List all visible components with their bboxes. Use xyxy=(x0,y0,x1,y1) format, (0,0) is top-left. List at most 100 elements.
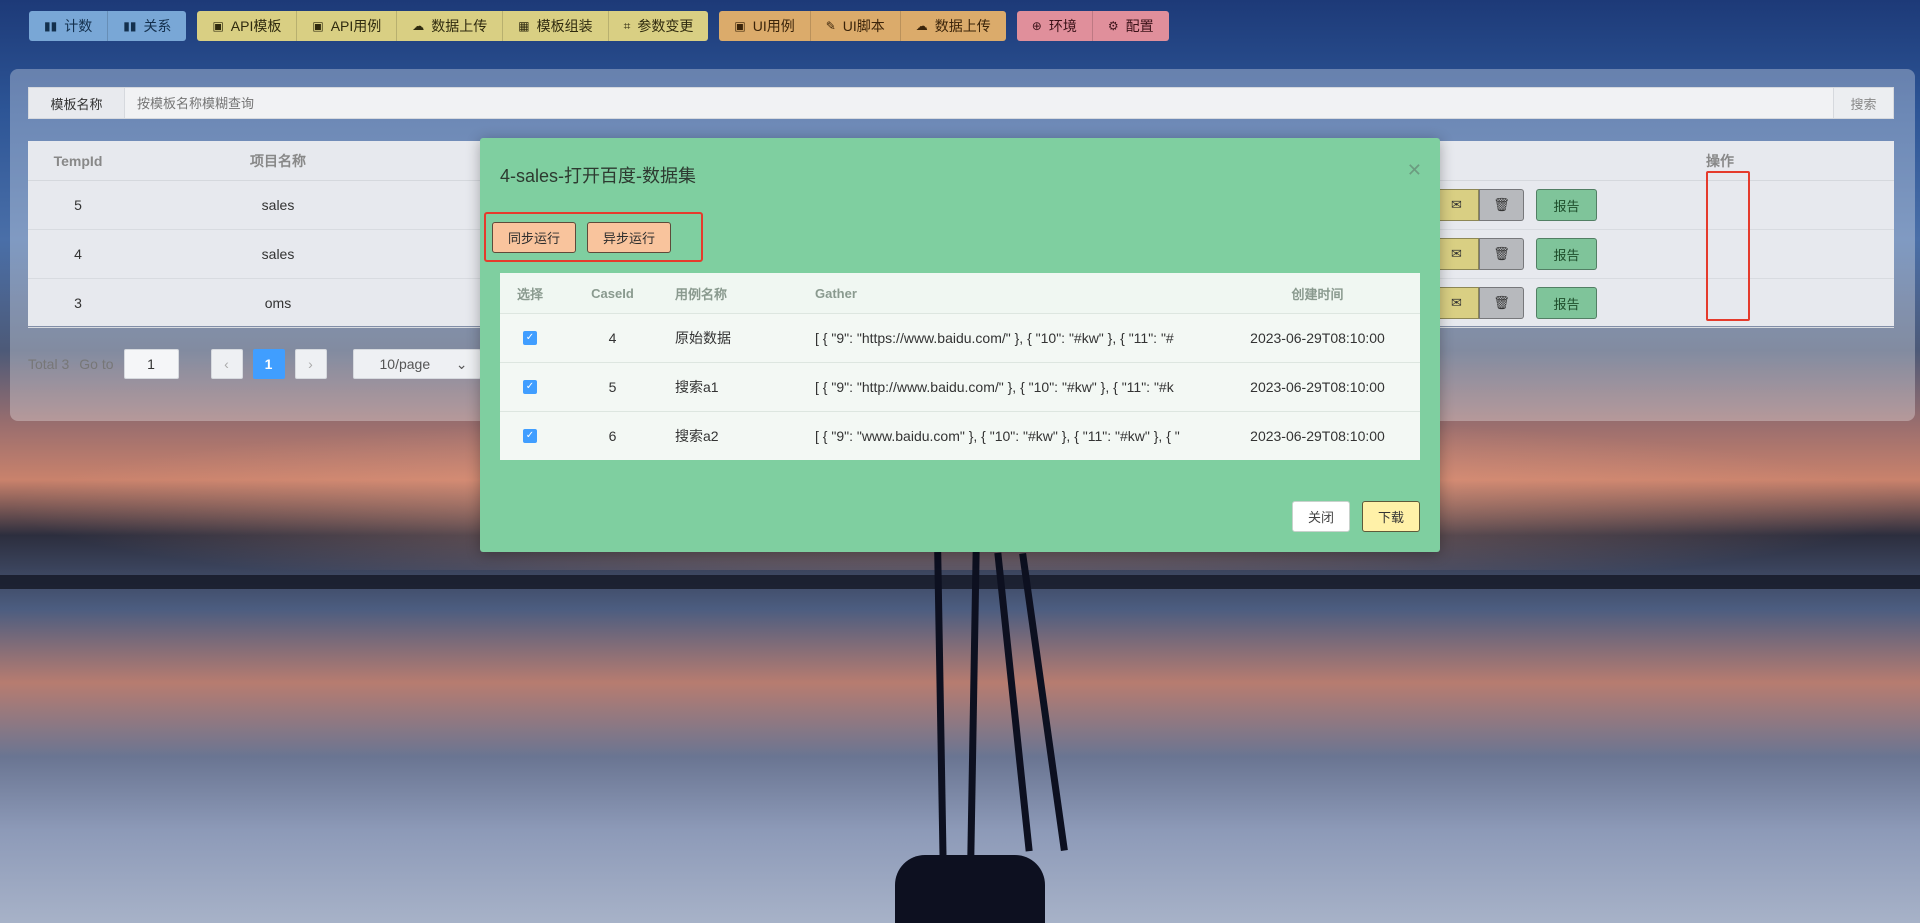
ui-data-upload-button[interactable]: ☁ 数据上传 xyxy=(900,11,1006,41)
cell-case-name: 原始数据 xyxy=(675,330,731,346)
cell-caseid: 4 xyxy=(608,330,617,346)
rig-pole xyxy=(967,547,980,859)
trash-icon: 🗑 xyxy=(1493,295,1510,310)
cloud-upload-icon: ☁ xyxy=(412,19,425,33)
pager-total: Total 3 xyxy=(28,356,70,372)
async-run-button[interactable]: 异步运行 xyxy=(587,222,672,253)
cell-caseid: 5 xyxy=(608,379,617,395)
cell-tempid: 3 xyxy=(74,295,82,311)
col-gather: Gather xyxy=(815,285,857,301)
search-bar: 模板名称 搜索 xyxy=(28,87,1894,119)
cell-gather: [ { "9": "www.baidu.com" }, { "10": "#kw… xyxy=(815,428,1180,444)
grid-icon: ▦ xyxy=(518,19,530,33)
api-template-button[interactable]: ▣ API模板 xyxy=(197,11,298,41)
delete-button[interactable]: 🗑 xyxy=(1479,238,1524,270)
dataset-table: 选择 CaseId 用例名称 Gather 创建时间 ✓ 4 原始数据 [ { … xyxy=(500,273,1420,460)
report-button[interactable]: 报告 xyxy=(1536,189,1597,221)
horizon-line xyxy=(0,575,1920,589)
clipboard-icon: ▣ xyxy=(312,19,324,33)
cell-created: 2023-06-29T08:10:00 xyxy=(1250,428,1385,444)
pager-goto-input[interactable]: 1 xyxy=(123,349,179,379)
template-assemble-button[interactable]: ▦ 模板组装 xyxy=(503,11,609,41)
col-project: 项目名称 xyxy=(250,152,306,169)
dialog-title: 4-sales-打开百度-数据集 xyxy=(500,166,697,186)
next-page-button[interactable]: › xyxy=(294,349,327,379)
toolbar-group-stats: ▮▮ 计数 ▮▮ 关系 xyxy=(29,11,187,41)
search-label: 模板名称 xyxy=(29,88,125,118)
col-caseid: CaseId xyxy=(591,285,634,301)
chevron-down-icon: ⌄ xyxy=(455,355,468,372)
cell-case-name: 搜索a1 xyxy=(675,379,719,395)
message-icon: ✉ xyxy=(1451,246,1462,261)
download-button[interactable]: 下载 xyxy=(1361,501,1420,532)
dataset-table-header: 选择 CaseId 用例名称 Gather 创建时间 xyxy=(500,273,1420,313)
close-button[interactable]: 关闭 xyxy=(1291,501,1350,532)
delete-button[interactable]: 🗑 xyxy=(1479,287,1524,319)
row-checkbox[interactable]: ✓ xyxy=(523,380,537,394)
current-page[interactable]: 1 xyxy=(252,349,285,379)
cell-project: oms xyxy=(264,295,292,311)
col-ops: 操作 xyxy=(1706,152,1734,169)
rig-silhouette xyxy=(895,855,1045,923)
select-cell: ✓ xyxy=(500,380,560,394)
search-input[interactable] xyxy=(125,95,1833,111)
dataset-button[interactable]: ✉ xyxy=(1434,238,1479,270)
param-change-button[interactable]: ⌗ 参数变更 xyxy=(608,11,709,41)
relation-button[interactable]: ▮▮ 关系 xyxy=(108,11,187,41)
bar-chart-icon: ▮▮ xyxy=(44,19,58,33)
trash-icon: 🗑 xyxy=(1493,197,1510,212)
plus-circle-icon: ⊕ xyxy=(1031,19,1042,33)
delete-button[interactable]: 🗑 xyxy=(1479,189,1524,221)
chevron-left-icon: ‹ xyxy=(224,356,229,372)
report-button[interactable]: 报告 xyxy=(1536,238,1597,270)
api-data-upload-button[interactable]: ☁ 数据上传 xyxy=(397,11,504,41)
row-checkbox[interactable]: ✓ xyxy=(523,331,537,345)
dataset-row: ✓ 5 搜索a1 [ { "9": "http://www.baidu.com/… xyxy=(500,362,1420,411)
ui-case-button[interactable]: ▣ UI用例 xyxy=(719,11,811,41)
row-checkbox[interactable]: ✓ xyxy=(523,429,537,443)
page-size-select[interactable]: 10/page ⌄ xyxy=(352,349,481,379)
pager-goto-label: Go to xyxy=(79,356,114,372)
cell-tempid: 4 xyxy=(74,246,82,262)
clipboard-icon: ▣ xyxy=(734,19,746,33)
rig-pole xyxy=(934,551,947,873)
search-button[interactable]: 搜索 xyxy=(1833,88,1893,118)
trash-icon: 🗑 xyxy=(1493,246,1510,261)
cell-case-name: 搜索a2 xyxy=(675,428,719,444)
dataset-row: ✓ 4 原始数据 [ { "9": "https://www.baidu.com… xyxy=(500,313,1420,362)
toolbar-group-api: ▣ API模板 ▣ API用例 ☁ 数据上传 ▦ 模板组装 ⌗ 参数变更 xyxy=(197,11,709,41)
col-case-name: 用例名称 xyxy=(675,286,728,302)
bar-chart-icon: ▮▮ xyxy=(123,19,137,33)
toolbar-group-settings: ⊕ 环境 ⚙ 配置 xyxy=(1016,11,1169,41)
clipboard-icon: ▣ xyxy=(212,19,224,33)
cell-created: 2023-06-29T08:10:00 xyxy=(1250,330,1385,346)
dataset-button[interactable]: ✉ xyxy=(1434,287,1479,319)
select-cell: ✓ xyxy=(500,429,560,443)
cell-created: 2023-06-29T08:10:00 xyxy=(1250,379,1385,395)
dataset-button[interactable]: ✉ xyxy=(1434,189,1479,221)
run-buttons-highlight: 同步运行 异步运行 xyxy=(484,212,703,262)
ui-script-button[interactable]: ✎ UI脚本 xyxy=(810,11,901,41)
prev-page-button[interactable]: ‹ xyxy=(210,349,243,379)
cell-project: sales xyxy=(261,246,295,262)
col-created: 创建时间 xyxy=(1291,286,1344,302)
edit-icon: ✎ xyxy=(825,19,836,33)
count-button[interactable]: ▮▮ 计数 xyxy=(29,11,109,41)
gear-icon: ⚙ xyxy=(1107,19,1119,33)
message-icon: ✉ xyxy=(1451,197,1462,212)
cell-caseid: 6 xyxy=(608,428,617,444)
report-button[interactable]: 报告 xyxy=(1536,287,1597,319)
api-case-button[interactable]: ▣ API用例 xyxy=(297,11,398,41)
cell-project: sales xyxy=(261,197,295,213)
sync-run-button[interactable]: 同步运行 xyxy=(492,222,577,253)
close-icon[interactable]: ✕ xyxy=(1407,160,1422,181)
pagination: Total 3 Go to 1 ‹ 1 › 10/page ⌄ xyxy=(28,349,481,379)
cell-gather: [ { "9": "http://www.baidu.com/" }, { "1… xyxy=(815,379,1174,395)
col-select: 选择 xyxy=(516,286,543,302)
col-tempid: TempId xyxy=(53,152,103,169)
config-button[interactable]: ⚙ 配置 xyxy=(1092,11,1169,41)
dataset-dialog: 4-sales-打开百度-数据集 ✕ 同步运行 异步运行 选择 CaseId 用… xyxy=(480,138,1440,552)
environment-button[interactable]: ⊕ 环境 xyxy=(1016,11,1093,41)
dialog-footer: 关闭 下载 xyxy=(1291,501,1420,532)
top-toolbar: ▮▮ 计数 ▮▮ 关系 ▣ API模板 ▣ API用例 ☁ 数据上传 ▦ 模板组装 ⌗ 参数变… xyxy=(29,11,1169,41)
